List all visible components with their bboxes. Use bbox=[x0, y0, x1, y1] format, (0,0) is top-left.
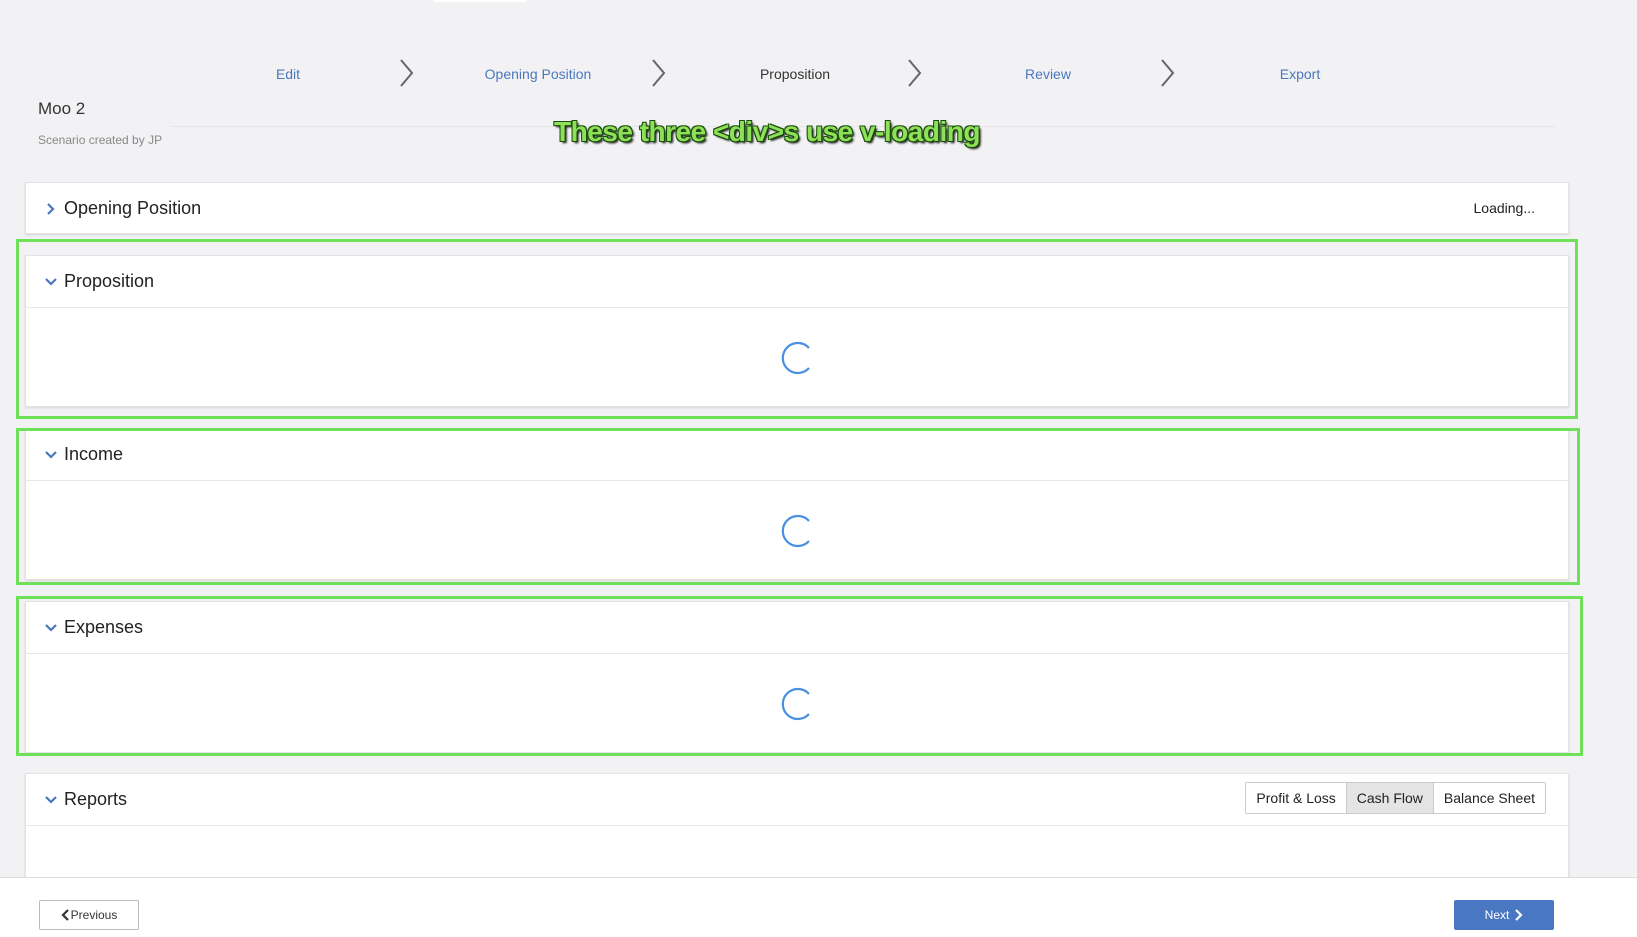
step-opening-position[interactable]: Opening Position bbox=[458, 66, 618, 82]
panel-body-reports bbox=[26, 825, 1568, 883]
panel-expenses: Expenses bbox=[25, 601, 1569, 753]
chevron-right-icon bbox=[904, 56, 926, 90]
chevron-right-icon bbox=[44, 202, 58, 216]
loading-status: Loading... bbox=[1473, 200, 1536, 216]
chevron-left-icon bbox=[61, 909, 71, 921]
step-edit[interactable]: Edit bbox=[208, 66, 368, 82]
previous-label: Previous bbox=[70, 908, 118, 922]
panel-body-expenses bbox=[26, 653, 1568, 752]
step-proposition[interactable]: Proposition bbox=[715, 66, 875, 82]
chevron-down-icon bbox=[44, 621, 58, 635]
chevron-down-icon bbox=[44, 275, 58, 289]
panel-title: Opening Position bbox=[64, 198, 202, 218]
chevron-down-icon bbox=[44, 793, 58, 807]
panel-header-proposition[interactable]: Proposition bbox=[26, 256, 1568, 307]
wizard-steps: Edit Opening Position Proposition Review… bbox=[0, 56, 1637, 96]
panel-income: Income bbox=[25, 428, 1569, 580]
panel-header-reports[interactable]: Reports Profit & Loss Cash Flow Balance … bbox=[26, 774, 1568, 825]
chevron-right-icon bbox=[648, 56, 670, 90]
panel-title: Reports bbox=[64, 789, 128, 809]
scenario-subtitle: Scenario created by JP bbox=[38, 133, 163, 147]
step-review[interactable]: Review bbox=[968, 66, 1128, 82]
footer-bar: Previous Next bbox=[0, 877, 1637, 937]
panel-header-opening-position[interactable]: Opening Position Loading... bbox=[26, 183, 1568, 234]
tab-cash-flow[interactable]: Cash Flow bbox=[1346, 783, 1434, 813]
tab-balance-sheet[interactable]: Balance Sheet bbox=[1433, 783, 1545, 813]
chevron-right-icon bbox=[1513, 909, 1523, 921]
panel-reports: Reports Profit & Loss Cash Flow Balance … bbox=[25, 773, 1569, 883]
chevron-right-icon bbox=[1157, 56, 1179, 90]
loading-spinner-icon bbox=[781, 687, 810, 721]
chevron-down-icon bbox=[44, 448, 58, 462]
tab-profit-loss[interactable]: Profit & Loss bbox=[1246, 783, 1347, 813]
next-label: Next bbox=[1484, 908, 1510, 922]
panel-title: Income bbox=[64, 444, 124, 464]
step-export[interactable]: Export bbox=[1220, 66, 1380, 82]
scenario-title: Moo 2 bbox=[38, 99, 86, 118]
panel-body-proposition bbox=[26, 307, 1568, 406]
loading-spinner-icon bbox=[781, 514, 810, 548]
next-button[interactable]: Next bbox=[1454, 900, 1554, 930]
loading-spinner-icon bbox=[781, 341, 810, 375]
top-tab-indicator bbox=[434, 0, 526, 2]
panel-title: Expenses bbox=[64, 617, 144, 637]
annotation-overlay: These three <div>s use v-loading bbox=[554, 116, 980, 147]
panel-title: Proposition bbox=[64, 271, 155, 291]
report-tabs: Profit & Loss Cash Flow Balance Sheet bbox=[1245, 782, 1546, 814]
panel-header-expenses[interactable]: Expenses bbox=[26, 602, 1568, 653]
chevron-right-icon bbox=[396, 56, 418, 90]
panel-proposition: Proposition bbox=[25, 255, 1569, 407]
previous-button[interactable]: Previous bbox=[39, 900, 139, 930]
panel-header-income[interactable]: Income bbox=[26, 429, 1568, 480]
panel-body-income bbox=[26, 480, 1568, 579]
panel-opening-position: Opening Position Loading... bbox=[25, 182, 1569, 234]
